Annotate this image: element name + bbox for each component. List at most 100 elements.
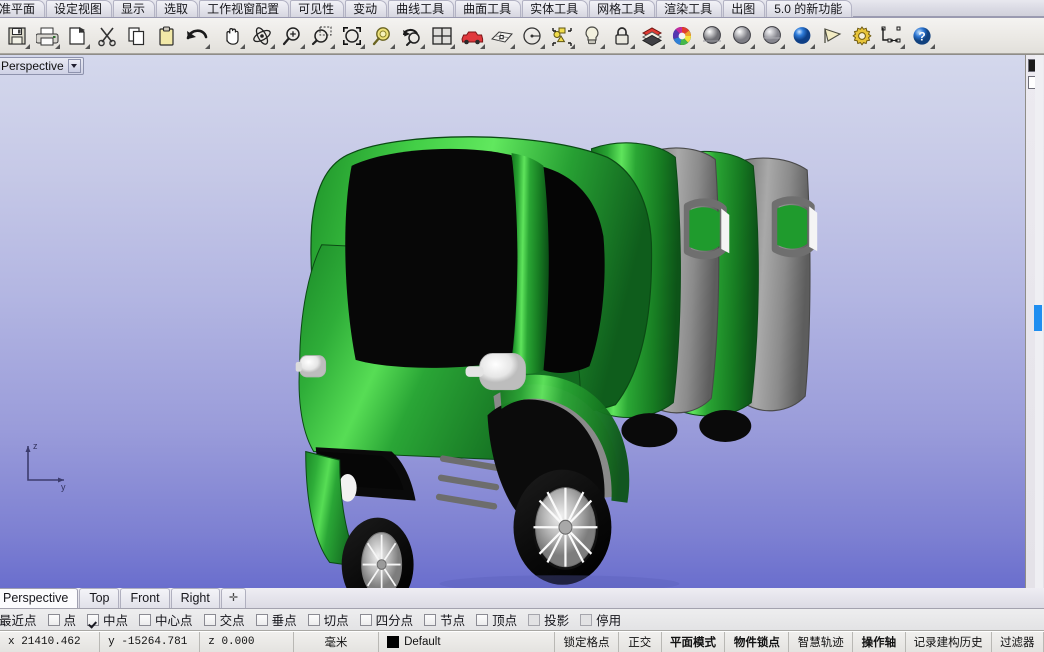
osnap-label: 顶点	[492, 610, 517, 629]
perspective-viewport[interactable]: Perspective z y	[0, 54, 1026, 588]
layers-icon[interactable]	[637, 21, 667, 51]
osnap-label: 停用	[596, 610, 621, 629]
viewport-canvas[interactable]: Perspective z y	[0, 55, 1025, 588]
status-units[interactable]: 毫米	[294, 632, 379, 652]
print-icon[interactable]	[32, 21, 62, 51]
undo-icon[interactable]	[182, 21, 212, 51]
status-toggle-grid-snap[interactable]: 锁定格点	[555, 632, 619, 652]
osnap-intersection[interactable]: 交点	[204, 610, 245, 629]
tab-group-0[interactable]: 准平面	[0, 0, 45, 17]
osnap-vertex[interactable]: 顶点	[476, 610, 517, 629]
osnap-checkbox[interactable]	[256, 614, 268, 626]
view-tab-front[interactable]: Front	[120, 588, 169, 608]
view-tab-right[interactable]: Right	[171, 588, 220, 608]
tab-group-11[interactable]: 渲染工具	[656, 0, 722, 17]
status-toggle-osnap[interactable]: 物件锁点	[725, 632, 789, 652]
tab-group-4[interactable]: 工作视窗配置	[199, 0, 289, 17]
osnap-project[interactable]: 投影	[528, 610, 569, 629]
osnap-checkbox[interactable]	[48, 614, 60, 626]
light-bulb-icon[interactable]	[577, 21, 607, 51]
tab-group-10[interactable]: 网格工具	[589, 0, 655, 17]
save-icon[interactable]	[2, 21, 32, 51]
tab-group-6[interactable]: 变动	[345, 0, 387, 17]
flag-icon[interactable]	[817, 21, 847, 51]
shade-mode-icon[interactable]	[697, 21, 727, 51]
osnap-center[interactable]: 中心点	[139, 610, 193, 629]
car-render-icon[interactable]	[457, 21, 487, 51]
zoom-in-icon[interactable]	[277, 21, 307, 51]
dimension-icon[interactable]	[877, 21, 907, 51]
osnap-label: 点	[64, 610, 77, 629]
tab-group-7[interactable]: 曲线工具	[388, 0, 454, 17]
osnap-checkbox[interactable]	[204, 614, 216, 626]
osnap-tangent[interactable]: 切点	[308, 610, 349, 629]
zoom-previous-icon[interactable]	[397, 21, 427, 51]
tab-group-1[interactable]: 设定视图	[46, 0, 112, 17]
chevron-down-icon[interactable]	[68, 59, 81, 73]
zoom-extents-icon[interactable]	[337, 21, 367, 51]
osnap-disable[interactable]: 停用	[580, 610, 621, 629]
status-toggle-gumball[interactable]: 操作轴	[853, 632, 905, 652]
flyout-corner	[750, 44, 755, 49]
osnap-quadrant[interactable]: 四分点	[360, 610, 414, 629]
osnap-checkbox[interactable]	[528, 614, 540, 626]
osnap-point[interactable]: 点	[48, 610, 77, 629]
osnap-label: 中心点	[155, 610, 193, 629]
status-toggle-filter[interactable]: 过滤器	[992, 632, 1044, 652]
tab-group-12[interactable]: 出图	[723, 0, 765, 17]
status-toggle-planar[interactable]: 平面模式	[662, 632, 726, 652]
status-toggle-ortho[interactable]: 正交	[619, 632, 662, 652]
tab-group-3[interactable]: 选取	[156, 0, 198, 17]
osnap-midpoint[interactable]: 中点	[87, 610, 128, 629]
color-wheel-icon[interactable]	[667, 21, 697, 51]
osnap-checkbox[interactable]	[87, 614, 99, 626]
flyout-corner	[85, 44, 90, 49]
tab-group-13[interactable]: 5.0 的新功能	[766, 0, 852, 17]
four-view-icon[interactable]	[427, 21, 457, 51]
view-tab-top[interactable]: Top	[79, 588, 119, 608]
viewport-title-dropdown[interactable]: Perspective	[0, 57, 84, 75]
osnap-checkbox[interactable]	[580, 614, 592, 626]
copy-icon[interactable]	[122, 21, 152, 51]
vertical-scrollbar[interactable]	[1035, 55, 1043, 588]
object-properties-icon[interactable]	[547, 21, 577, 51]
status-toggle-smarttrack[interactable]: 智慧轨迹	[789, 632, 853, 652]
osnap-label: 最近点	[0, 610, 37, 629]
tab-group-8[interactable]: 曲面工具	[455, 0, 521, 17]
circle-icon[interactable]	[517, 21, 547, 51]
ghosted-icon[interactable]	[757, 21, 787, 51]
osnap-checkbox[interactable]	[308, 614, 320, 626]
osnap-checkbox[interactable]	[139, 614, 151, 626]
osnap-nearest[interactable]: 最近点	[0, 610, 37, 629]
status-toggle-history[interactable]: 记录建构历史	[906, 632, 992, 652]
surface-from-points-icon[interactable]	[487, 21, 517, 51]
scissors-icon[interactable]	[92, 21, 122, 51]
add-view-tab-button[interactable]: ✛	[221, 588, 246, 608]
osnap-checkbox[interactable]	[360, 614, 372, 626]
paste-icon[interactable]	[152, 21, 182, 51]
gear-icon[interactable]	[847, 21, 877, 51]
right-side-panel[interactable]	[1026, 54, 1044, 588]
render-preview-icon[interactable]	[727, 21, 757, 51]
blue-sphere-icon[interactable]	[787, 21, 817, 51]
cut-page-icon[interactable]	[62, 21, 92, 51]
concept-truck-model[interactable]	[0, 55, 1025, 588]
zoom-selected-icon[interactable]	[367, 21, 397, 51]
tab-group-2[interactable]: 显示	[113, 0, 155, 17]
tab-group-9[interactable]: 实体工具	[522, 0, 588, 17]
status-layer[interactable]: Default	[379, 632, 555, 652]
layer-color-swatch[interactable]	[387, 636, 399, 648]
osnap-knot[interactable]: 节点	[424, 610, 465, 629]
osnap-perpendicular[interactable]: 垂点	[256, 610, 297, 629]
scrollbar-thumb[interactable]	[1034, 305, 1042, 331]
flyout-corner	[570, 44, 575, 49]
osnap-checkbox[interactable]	[424, 614, 436, 626]
zoom-window-icon[interactable]	[307, 21, 337, 51]
rotate-view-icon[interactable]	[247, 21, 277, 51]
osnap-checkbox[interactable]	[476, 614, 488, 626]
pan-hand-icon[interactable]	[217, 21, 247, 51]
view-tab-perspective[interactable]: Perspective	[0, 588, 78, 608]
tab-group-5[interactable]: 可见性	[290, 0, 344, 17]
help-icon[interactable]: ?	[907, 21, 937, 51]
lock-icon[interactable]	[607, 21, 637, 51]
